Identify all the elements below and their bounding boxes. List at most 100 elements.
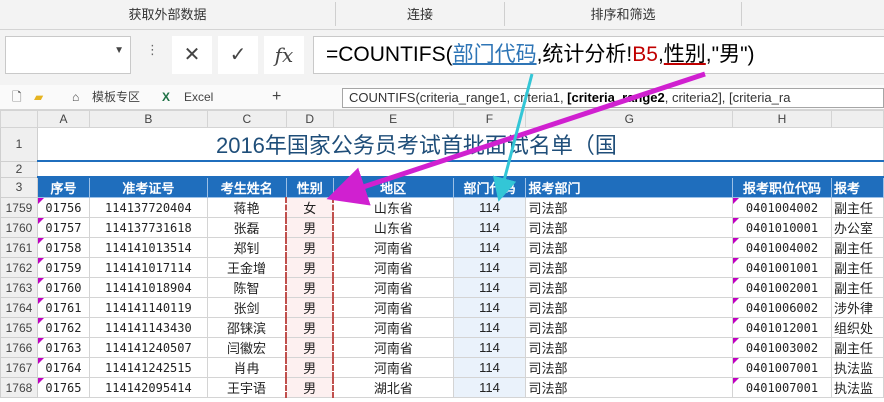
table-cell[interactable]: 王金增 — [206, 257, 287, 278]
table-cell[interactable]: 执法监 — [830, 377, 884, 398]
table-cell[interactable]: 男 — [285, 257, 335, 278]
header-cell[interactable]: 准考证号 — [88, 176, 208, 198]
row-header[interactable]: 1766 — [0, 337, 38, 358]
row-header[interactable]: 1759 — [0, 197, 38, 218]
table-cell[interactable]: 114 — [452, 377, 527, 398]
table-cell[interactable]: 01760 — [36, 277, 90, 298]
table-cell[interactable]: 司法部 — [525, 277, 734, 298]
chevron-down-icon[interactable]: ▼ — [114, 45, 124, 56]
column-header[interactable]: H — [732, 110, 832, 128]
header-cell[interactable]: 性别 — [285, 176, 334, 198]
column-header[interactable]: D — [285, 110, 334, 128]
table-cell[interactable]: 114 — [452, 217, 527, 238]
table-cell[interactable]: 114 — [452, 197, 527, 218]
column-header[interactable]: E — [332, 110, 454, 128]
row-header[interactable]: 1763 — [0, 277, 38, 298]
table-cell[interactable]: 114 — [452, 337, 527, 358]
table-cell[interactable]: 司法部 — [525, 357, 734, 378]
select-all-corner[interactable] — [0, 110, 38, 128]
close-icon[interactable]: ✕ — [172, 36, 212, 74]
table-cell[interactable]: 114141140119 — [88, 297, 208, 318]
empty-row[interactable] — [36, 160, 884, 178]
header-cell[interactable]: 部门代码 — [452, 176, 527, 198]
table-cell[interactable]: 副主任 — [830, 257, 884, 278]
add-tab-button[interactable]: + — [272, 85, 281, 109]
table-cell[interactable]: 女 — [285, 197, 335, 218]
table-cell[interactable]: 河南省 — [332, 317, 454, 338]
table-cell[interactable]: 办公室 — [830, 217, 884, 238]
row-header[interactable]: 3 — [0, 176, 38, 198]
table-cell[interactable]: 114137731618 — [88, 217, 208, 238]
tab-excel[interactable]: Excel — [184, 85, 213, 109]
table-cell[interactable]: 河南省 — [332, 337, 454, 358]
table-cell[interactable]: 涉外律 — [830, 297, 884, 318]
table-cell[interactable]: 副主任 — [830, 197, 884, 218]
table-cell[interactable]: 司法部 — [525, 317, 734, 338]
table-cell[interactable]: 山东省 — [332, 197, 454, 218]
table-cell[interactable]: 01756 — [36, 197, 90, 218]
table-cell[interactable]: 0401007001 — [732, 377, 832, 398]
table-cell[interactable]: 0401010001 — [732, 217, 832, 238]
table-cell[interactable]: 司法部 — [525, 197, 734, 218]
table-cell[interactable]: 组织处 — [830, 317, 884, 338]
table-cell[interactable]: 114 — [452, 257, 527, 278]
header-cell[interactable]: 考生姓名 — [206, 176, 287, 198]
table-cell[interactable]: 王宇语 — [206, 377, 287, 398]
sheet-title[interactable]: 2016年国家公务员考试首批面试名单（国 — [36, 127, 884, 162]
row-header[interactable]: 2 — [0, 160, 38, 178]
table-cell[interactable]: 0401003002 — [732, 337, 832, 358]
table-cell[interactable]: 114 — [452, 357, 527, 378]
table-cell[interactable]: 河南省 — [332, 237, 454, 258]
table-cell[interactable]: 01761 — [36, 297, 90, 318]
tab-template-zone[interactable]: 模板专区 — [92, 85, 140, 109]
table-cell[interactable]: 河南省 — [332, 297, 454, 318]
table-cell[interactable]: 司法部 — [525, 217, 734, 238]
header-cell[interactable]: 报考部门 — [525, 176, 734, 198]
table-cell[interactable]: 河南省 — [332, 277, 454, 298]
header-cell[interactable]: 报考职位代码 — [732, 176, 832, 198]
table-cell[interactable]: 01764 — [36, 357, 90, 378]
table-cell[interactable]: 0401012001 — [732, 317, 832, 338]
table-cell[interactable]: 男 — [285, 277, 335, 298]
table-cell[interactable]: 0401004002 — [732, 237, 832, 258]
table-cell[interactable]: 114137720404 — [88, 197, 208, 218]
home-icon[interactable]: ⌂ — [72, 85, 79, 109]
column-header[interactable] — [830, 110, 884, 128]
table-cell[interactable]: 01762 — [36, 317, 90, 338]
table-cell[interactable]: 01763 — [36, 337, 90, 358]
name-box[interactable]: ▼ — [5, 36, 131, 74]
table-cell[interactable]: 副主任 — [830, 337, 884, 358]
table-cell[interactable]: 男 — [285, 237, 335, 258]
table-cell[interactable]: 司法部 — [525, 257, 734, 278]
ribbon-group-get-data[interactable]: 获取外部数据 — [0, 0, 335, 29]
table-cell[interactable]: 河南省 — [332, 357, 454, 378]
row-header[interactable]: 1767 — [0, 357, 38, 378]
ribbon-group-connections[interactable]: 连接 — [336, 0, 504, 29]
table-cell[interactable]: 男 — [285, 217, 335, 238]
row-header[interactable]: 1768 — [0, 377, 38, 398]
table-cell[interactable]: 114141017114 — [88, 257, 208, 278]
table-cell[interactable]: 副主任 — [830, 237, 884, 258]
row-header[interactable]: 1 — [0, 127, 38, 162]
table-cell[interactable]: 114141018904 — [88, 277, 208, 298]
table-cell[interactable]: 郑钊 — [206, 237, 287, 258]
table-cell[interactable]: 114141013514 — [88, 237, 208, 258]
folder-icon[interactable]: ▰ — [34, 85, 43, 109]
header-cell[interactable]: 地区 — [332, 176, 454, 198]
check-icon[interactable]: ✓ — [218, 36, 258, 74]
table-cell[interactable]: 114141240507 — [88, 337, 208, 358]
table-cell[interactable]: 114 — [452, 277, 527, 298]
table-cell[interactable]: 执法监 — [830, 357, 884, 378]
table-cell[interactable]: 0401001001 — [732, 257, 832, 278]
column-header[interactable]: B — [88, 110, 208, 128]
table-cell[interactable]: 司法部 — [525, 297, 734, 318]
table-cell[interactable]: 闫徽宏 — [206, 337, 287, 358]
table-cell[interactable]: 114 — [452, 297, 527, 318]
table-cell[interactable]: 男 — [285, 377, 335, 398]
table-cell[interactable]: 114 — [452, 237, 527, 258]
ribbon-group-sort-filter[interactable]: 排序和筛选 — [505, 0, 741, 29]
table-cell[interactable]: 张剑 — [206, 297, 287, 318]
column-header[interactable]: G — [525, 110, 734, 128]
insert-function-button[interactable]: fx — [264, 36, 304, 74]
table-cell[interactable]: 山东省 — [332, 217, 454, 238]
